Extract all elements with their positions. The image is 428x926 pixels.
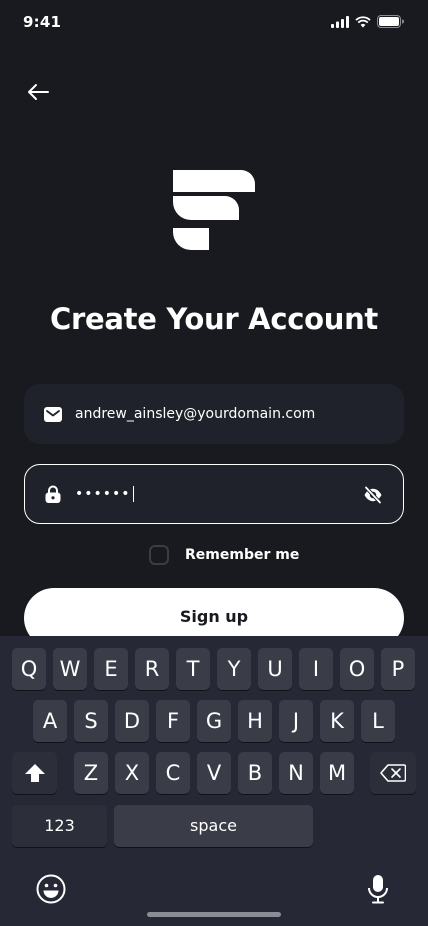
key-b[interactable]: B <box>238 752 272 794</box>
key-f[interactable]: F <box>156 700 190 742</box>
mail-icon <box>44 405 62 423</box>
back-button[interactable] <box>24 78 52 106</box>
emoji-icon[interactable] <box>36 874 66 904</box>
shift-key[interactable] <box>12 752 57 794</box>
key-g[interactable]: G <box>197 700 231 742</box>
key-p[interactable]: P <box>381 648 415 690</box>
key-v[interactable]: V <box>197 752 231 794</box>
key-u[interactable]: U <box>258 648 292 690</box>
email-value: andrew_ainsley@yourdomain.com <box>75 406 316 422</box>
page-title: Create Your Account <box>50 302 378 336</box>
status-time: 9:41 <box>23 13 62 31</box>
key-o[interactable]: O <box>340 648 374 690</box>
lock-icon <box>44 485 62 503</box>
key-a[interactable]: A <box>33 700 67 742</box>
remember-me[interactable]: Remember me <box>149 545 299 565</box>
key-k[interactable]: K <box>320 700 354 742</box>
numbers-key[interactable]: 123 <box>12 805 107 847</box>
wifi-icon <box>355 15 371 27</box>
status-icons <box>331 15 404 28</box>
eye-off-icon[interactable] <box>363 485 383 505</box>
key-s[interactable]: S <box>74 700 108 742</box>
backspace-icon <box>380 764 407 782</box>
remember-label: Remember me <box>185 547 300 563</box>
key-r[interactable]: R <box>135 648 169 690</box>
key-w[interactable]: W <box>53 648 87 690</box>
brand-logo <box>173 170 255 250</box>
password-value: •••••• <box>75 486 135 502</box>
status-bar: 9:41 <box>0 0 428 44</box>
key-y[interactable]: Y <box>217 648 251 690</box>
battery-icon <box>377 15 404 28</box>
remember-checkbox[interactable] <box>149 545 169 565</box>
key-c[interactable]: C <box>156 752 190 794</box>
key-d[interactable]: D <box>115 700 149 742</box>
arrow-left-icon <box>28 84 49 100</box>
key-e[interactable]: E <box>94 648 128 690</box>
email-field[interactable]: andrew_ainsley@yourdomain.com <box>24 384 404 444</box>
backspace-key[interactable] <box>370 752 416 794</box>
key-l[interactable]: L <box>361 700 395 742</box>
key-x[interactable]: X <box>115 752 149 794</box>
key-h[interactable]: H <box>238 700 272 742</box>
key-q[interactable]: Q <box>12 648 46 690</box>
shift-icon <box>24 764 45 782</box>
password-field[interactable]: •••••• <box>24 464 404 524</box>
key-m[interactable]: M <box>320 752 354 794</box>
home-indicator <box>147 912 281 917</box>
space-key[interactable]: space <box>114 805 313 847</box>
key-n[interactable]: N <box>279 752 313 794</box>
signal-icon <box>331 15 349 28</box>
password-dots: •••••• <box>75 486 131 502</box>
text-caret <box>132 486 135 502</box>
key-z[interactable]: Z <box>74 752 108 794</box>
mic-icon[interactable] <box>366 874 390 904</box>
key-j[interactable]: J <box>279 700 313 742</box>
key-t[interactable]: T <box>176 648 210 690</box>
key-i[interactable]: I <box>299 648 333 690</box>
